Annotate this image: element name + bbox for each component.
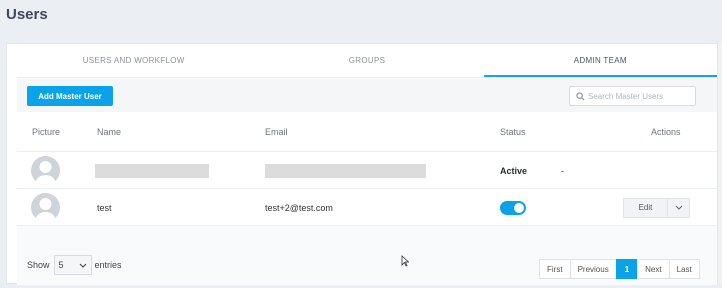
- status-toggle[interactable]: [500, 200, 526, 215]
- edit-dropdown-toggle[interactable]: [668, 197, 690, 218]
- tab-groups[interactable]: GROUPS: [250, 44, 483, 77]
- chevron-down-icon: [79, 263, 86, 268]
- admin-team-panel: Add Master User Picture Name Email Statu…: [17, 79, 717, 285]
- user-avatar-icon: [35, 161, 56, 185]
- pagination-last[interactable]: Last: [668, 259, 700, 279]
- edit-split-button: Edit: [623, 197, 690, 218]
- users-card: USERS AND WORKFLOW GROUPS ADMIN TEAM Add…: [6, 43, 718, 285]
- entries-value: 5: [58, 260, 64, 270]
- pagination-page-current[interactable]: 1: [615, 259, 639, 279]
- tab-admin-team[interactable]: ADMIN TEAM: [483, 44, 717, 77]
- entries-control: Show 5 entries: [27, 255, 122, 275]
- add-master-user-button[interactable]: Add Master User: [27, 86, 113, 106]
- search-master-users-input[interactable]: [588, 91, 693, 101]
- pagination-previous[interactable]: Previous: [569, 259, 617, 279]
- text-cursor-icon: [401, 255, 409, 267]
- user-avatar-icon: [35, 198, 56, 222]
- toolbar: Add Master User: [17, 79, 717, 112]
- pagination-first[interactable]: First: [539, 259, 571, 279]
- avatar: [31, 156, 60, 185]
- redacted-email: [265, 163, 426, 178]
- show-label: Show: [27, 260, 50, 270]
- user-email: test+2@test.com: [265, 202, 333, 213]
- actions-placeholder: -: [561, 165, 564, 176]
- table-header: Picture Name Email Status Actions: [17, 112, 717, 152]
- header-name: Name: [97, 126, 122, 137]
- scrollbar[interactable]: [718, 43, 722, 284]
- table-row: Active -: [17, 152, 717, 189]
- redacted-name: [95, 163, 209, 178]
- user-name: test: [97, 202, 112, 213]
- edit-button[interactable]: Edit: [623, 197, 668, 218]
- header-actions: Actions: [651, 126, 681, 137]
- header-status: Status: [500, 126, 526, 137]
- table-row: test test+2@test.com Edit: [17, 189, 717, 226]
- entries-select[interactable]: 5: [53, 255, 92, 275]
- status-text: Active: [500, 165, 528, 176]
- chevron-down-icon: [675, 205, 682, 210]
- pagination: First Previous 1 Next Last: [539, 259, 700, 279]
- tab-bar: USERS AND WORKFLOW GROUPS ADMIN TEAM: [17, 44, 717, 78]
- master-users-table: Picture Name Email Status Actions Active…: [17, 112, 717, 226]
- entries-label: entries: [94, 260, 122, 270]
- search-icon: [576, 91, 585, 100]
- header-email: Email: [265, 126, 288, 137]
- header-picture: Picture: [32, 126, 61, 137]
- pagination-next[interactable]: Next: [637, 259, 670, 279]
- search-box[interactable]: [569, 86, 696, 106]
- tab-users-and-workflow[interactable]: USERS AND WORKFLOW: [17, 44, 250, 77]
- page-title: Users: [6, 6, 48, 23]
- avatar: [31, 193, 60, 222]
- toggle-knob: [514, 202, 524, 213]
